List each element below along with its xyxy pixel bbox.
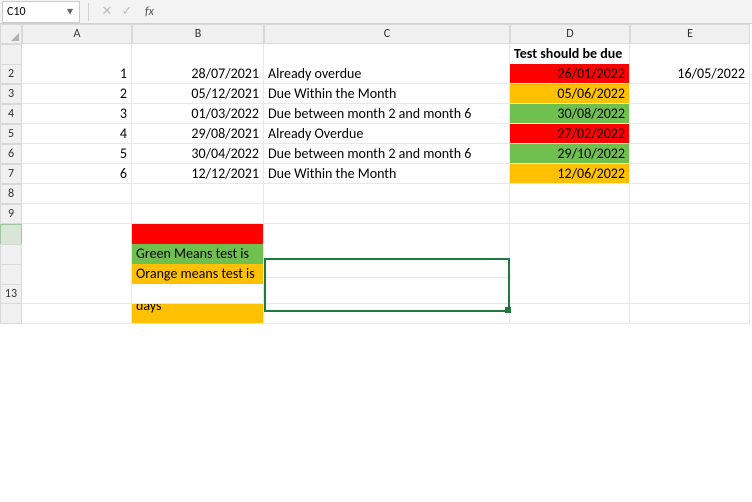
select-all-corner[interactable] [0,24,22,44]
col-header-E[interactable]: E [630,24,750,44]
spreadsheet-grid[interactable]: A B C D E 1 Test Number First Test Taken… [0,24,752,304]
cell-D5[interactable]: 27/02/2022 [510,124,630,144]
cell-C13[interactable] [264,284,510,304]
cell-C5[interactable]: Already Overdue [264,124,510,144]
row-header-4[interactable]: 4 [0,104,22,124]
cell-A6[interactable]: 5 [22,144,132,164]
cell-D7[interactable]: 12/06/2022 [510,164,630,184]
cell-C9[interactable] [264,204,510,224]
cell-A9[interactable] [22,204,132,224]
cell-C3[interactable]: Due Within the Month [264,84,510,104]
cell-B6[interactable]: 30/04/2022 [132,144,264,164]
row-header-7[interactable]: 7 [0,164,22,184]
row-header-9[interactable]: 9 [0,204,22,224]
cell-E7[interactable] [630,164,750,184]
cell-C2[interactable]: Already overdue [264,64,510,84]
col-header-B[interactable]: B [132,24,264,44]
cell-B7[interactable]: 12/12/2021 [132,164,264,184]
cell-A2[interactable]: 1 [22,64,132,84]
cell-E8[interactable] [630,184,750,204]
cell-E13[interactable] [630,284,750,304]
cell-C7[interactable]: Due Within the Month [264,164,510,184]
cell-C8[interactable] [264,184,510,204]
cell-A5[interactable]: 4 [22,124,132,144]
cell-A3[interactable]: 2 [22,84,132,104]
cell-D3[interactable]: 05/06/2022 [510,84,630,104]
cell-B4[interactable]: 01/03/2022 [132,104,264,124]
cell-E6[interactable] [630,144,750,164]
cell-C6[interactable]: Due between month 2 and month 6 [264,144,510,164]
cancel-icon: ✕ [99,4,115,19]
cell-E2[interactable]: 16/05/2022 [630,64,750,84]
col-header-C[interactable]: C [264,24,510,44]
cell-A8[interactable] [22,184,132,204]
row-header-8[interactable]: 8 [0,184,22,204]
col-header-A[interactable]: A [22,24,132,44]
cell-E5[interactable] [630,124,750,144]
cell-A4[interactable]: 3 [22,104,132,124]
cell-D6[interactable]: 29/10/2022 [510,144,630,164]
cell-B8[interactable] [132,184,264,204]
cell-C4[interactable]: Due between month 2 and month 6 [264,104,510,124]
cell-B13[interactable] [132,284,264,304]
col-header-D[interactable]: D [510,24,630,44]
row-header-5[interactable]: 5 [0,124,22,144]
cell-C10-active[interactable] [264,224,510,278]
cell-D2[interactable]: 26/01/2022 [510,64,630,84]
row-header-2[interactable]: 2 [0,64,22,84]
name-box-dropdown-icon[interactable]: ▾ [65,4,75,19]
cell-E9[interactable] [630,204,750,224]
name-box-text: C10 [7,5,65,19]
formula-bar: C10 ▾ ✕ ✓ fx [0,0,752,24]
cell-B3[interactable]: 05/12/2021 [132,84,264,104]
cell-A7[interactable]: 6 [22,164,132,184]
cell-D13[interactable] [510,284,630,304]
fx-label[interactable]: fx [145,5,154,19]
row-header-6[interactable]: 6 [0,144,22,164]
cell-E4[interactable] [630,104,750,124]
row-header-3[interactable]: 3 [0,84,22,104]
name-box[interactable]: C10 ▾ [2,1,80,23]
cell-D8[interactable] [510,184,630,204]
cell-D4[interactable]: 30/08/2022 [510,104,630,124]
separator [88,3,89,21]
formula-input[interactable] [158,2,752,22]
cell-B2[interactable]: 28/07/2021 [132,64,264,84]
cell-E3[interactable] [630,84,750,104]
row-header-13[interactable]: 13 [0,284,22,304]
cell-B5[interactable]: 29/08/2021 [132,124,264,144]
cell-B9[interactable] [132,204,264,224]
accept-icon: ✓ [119,4,135,19]
cell-A13[interactable] [22,284,132,304]
cell-D9[interactable] [510,204,630,224]
